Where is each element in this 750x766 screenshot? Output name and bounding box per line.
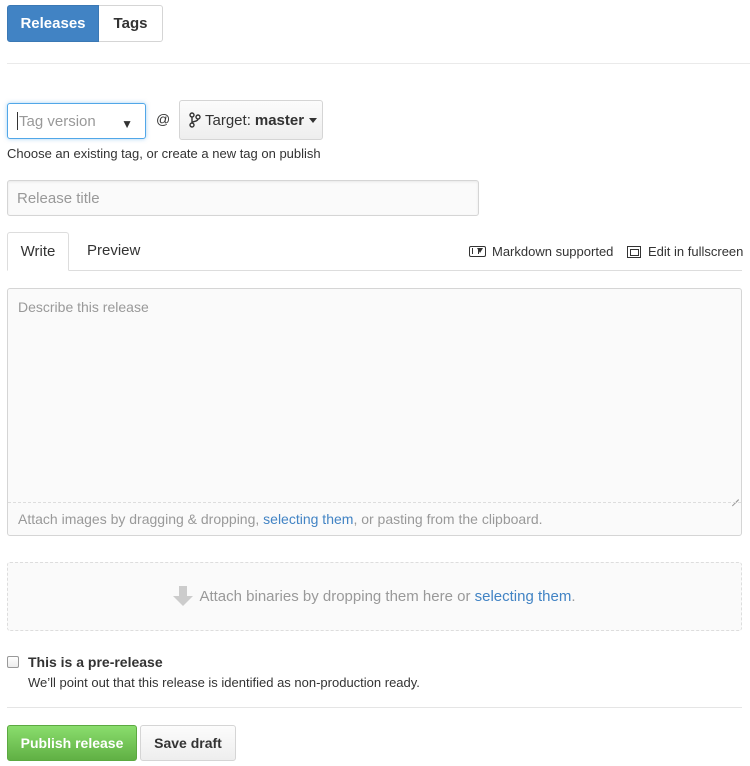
tab-releases[interactable]: Releases: [7, 5, 99, 42]
description-placeholder: Describe this release: [18, 299, 149, 315]
release-title-placeholder: Release title: [17, 189, 100, 207]
tab-preview[interactable]: Preview: [87, 242, 140, 259]
attach-images-select-link[interactable]: selecting them: [263, 511, 353, 527]
target-label: Target:: [205, 111, 251, 129]
at-symbol: @: [156, 111, 171, 127]
prerelease-note: We’ll point out that this release is ide…: [28, 675, 420, 690]
attach-images-prefix: Attach images by dragging & dropping,: [18, 511, 264, 527]
attach-binaries-suffix: .: [571, 588, 576, 605]
attach-binaries-dropzone[interactable]: Attach binaries by dropping them here or…: [7, 562, 742, 631]
tag-version-input[interactable]: Tag version ▼: [7, 103, 146, 139]
attach-binaries-select-link[interactable]: selecting them: [475, 588, 572, 605]
divider: [7, 63, 750, 64]
tag-hint: Choose an existing tag, or create a new …: [7, 146, 321, 161]
attach-binaries-prefix: Attach binaries by dropping them here or: [199, 588, 475, 605]
edit-fullscreen-label: Edit in fullscreen: [648, 244, 744, 259]
prerelease-label[interactable]: This is a pre-release: [28, 654, 163, 670]
publish-release-button[interactable]: Publish release: [7, 725, 137, 761]
target-branch-button[interactable]: Target: master: [179, 100, 323, 140]
triangle-down-icon[interactable]: ▼: [121, 117, 133, 131]
markdown-supported-link[interactable]: Markdown supported: [469, 244, 613, 259]
tab-divider: [7, 270, 742, 271]
markdown-supported-label: Markdown supported: [492, 244, 614, 259]
resize-handle-icon[interactable]: [731, 492, 739, 500]
prerelease-checkbox[interactable]: [7, 656, 19, 668]
release-description-box: Describe this release Attach images by d…: [7, 288, 742, 536]
tag-version-placeholder: Tag version: [19, 112, 96, 130]
tab-tags[interactable]: Tags: [99, 5, 163, 42]
save-draft-button[interactable]: Save draft: [140, 725, 236, 761]
tab-write[interactable]: Write: [7, 232, 69, 271]
edit-fullscreen-button[interactable]: Edit in fullscreen: [627, 244, 743, 259]
text-cursor: [17, 112, 18, 130]
attach-images-bar: Attach images by dragging & dropping, se…: [8, 502, 741, 535]
git-branch-icon: [189, 112, 201, 128]
screen-full-icon: [627, 245, 641, 258]
release-title-input[interactable]: Release title: [7, 180, 479, 216]
arrow-down-icon: [173, 585, 194, 608]
markdown-icon: [469, 246, 486, 257]
chevron-down-icon: [309, 117, 318, 123]
divider: [7, 707, 742, 708]
release-tabnav: Releases Tags: [7, 5, 163, 42]
attach-images-suffix: , or pasting from the clipboard.: [353, 511, 543, 527]
release-description-textarea[interactable]: Describe this release: [8, 289, 741, 502]
target-value: master: [254, 111, 305, 129]
